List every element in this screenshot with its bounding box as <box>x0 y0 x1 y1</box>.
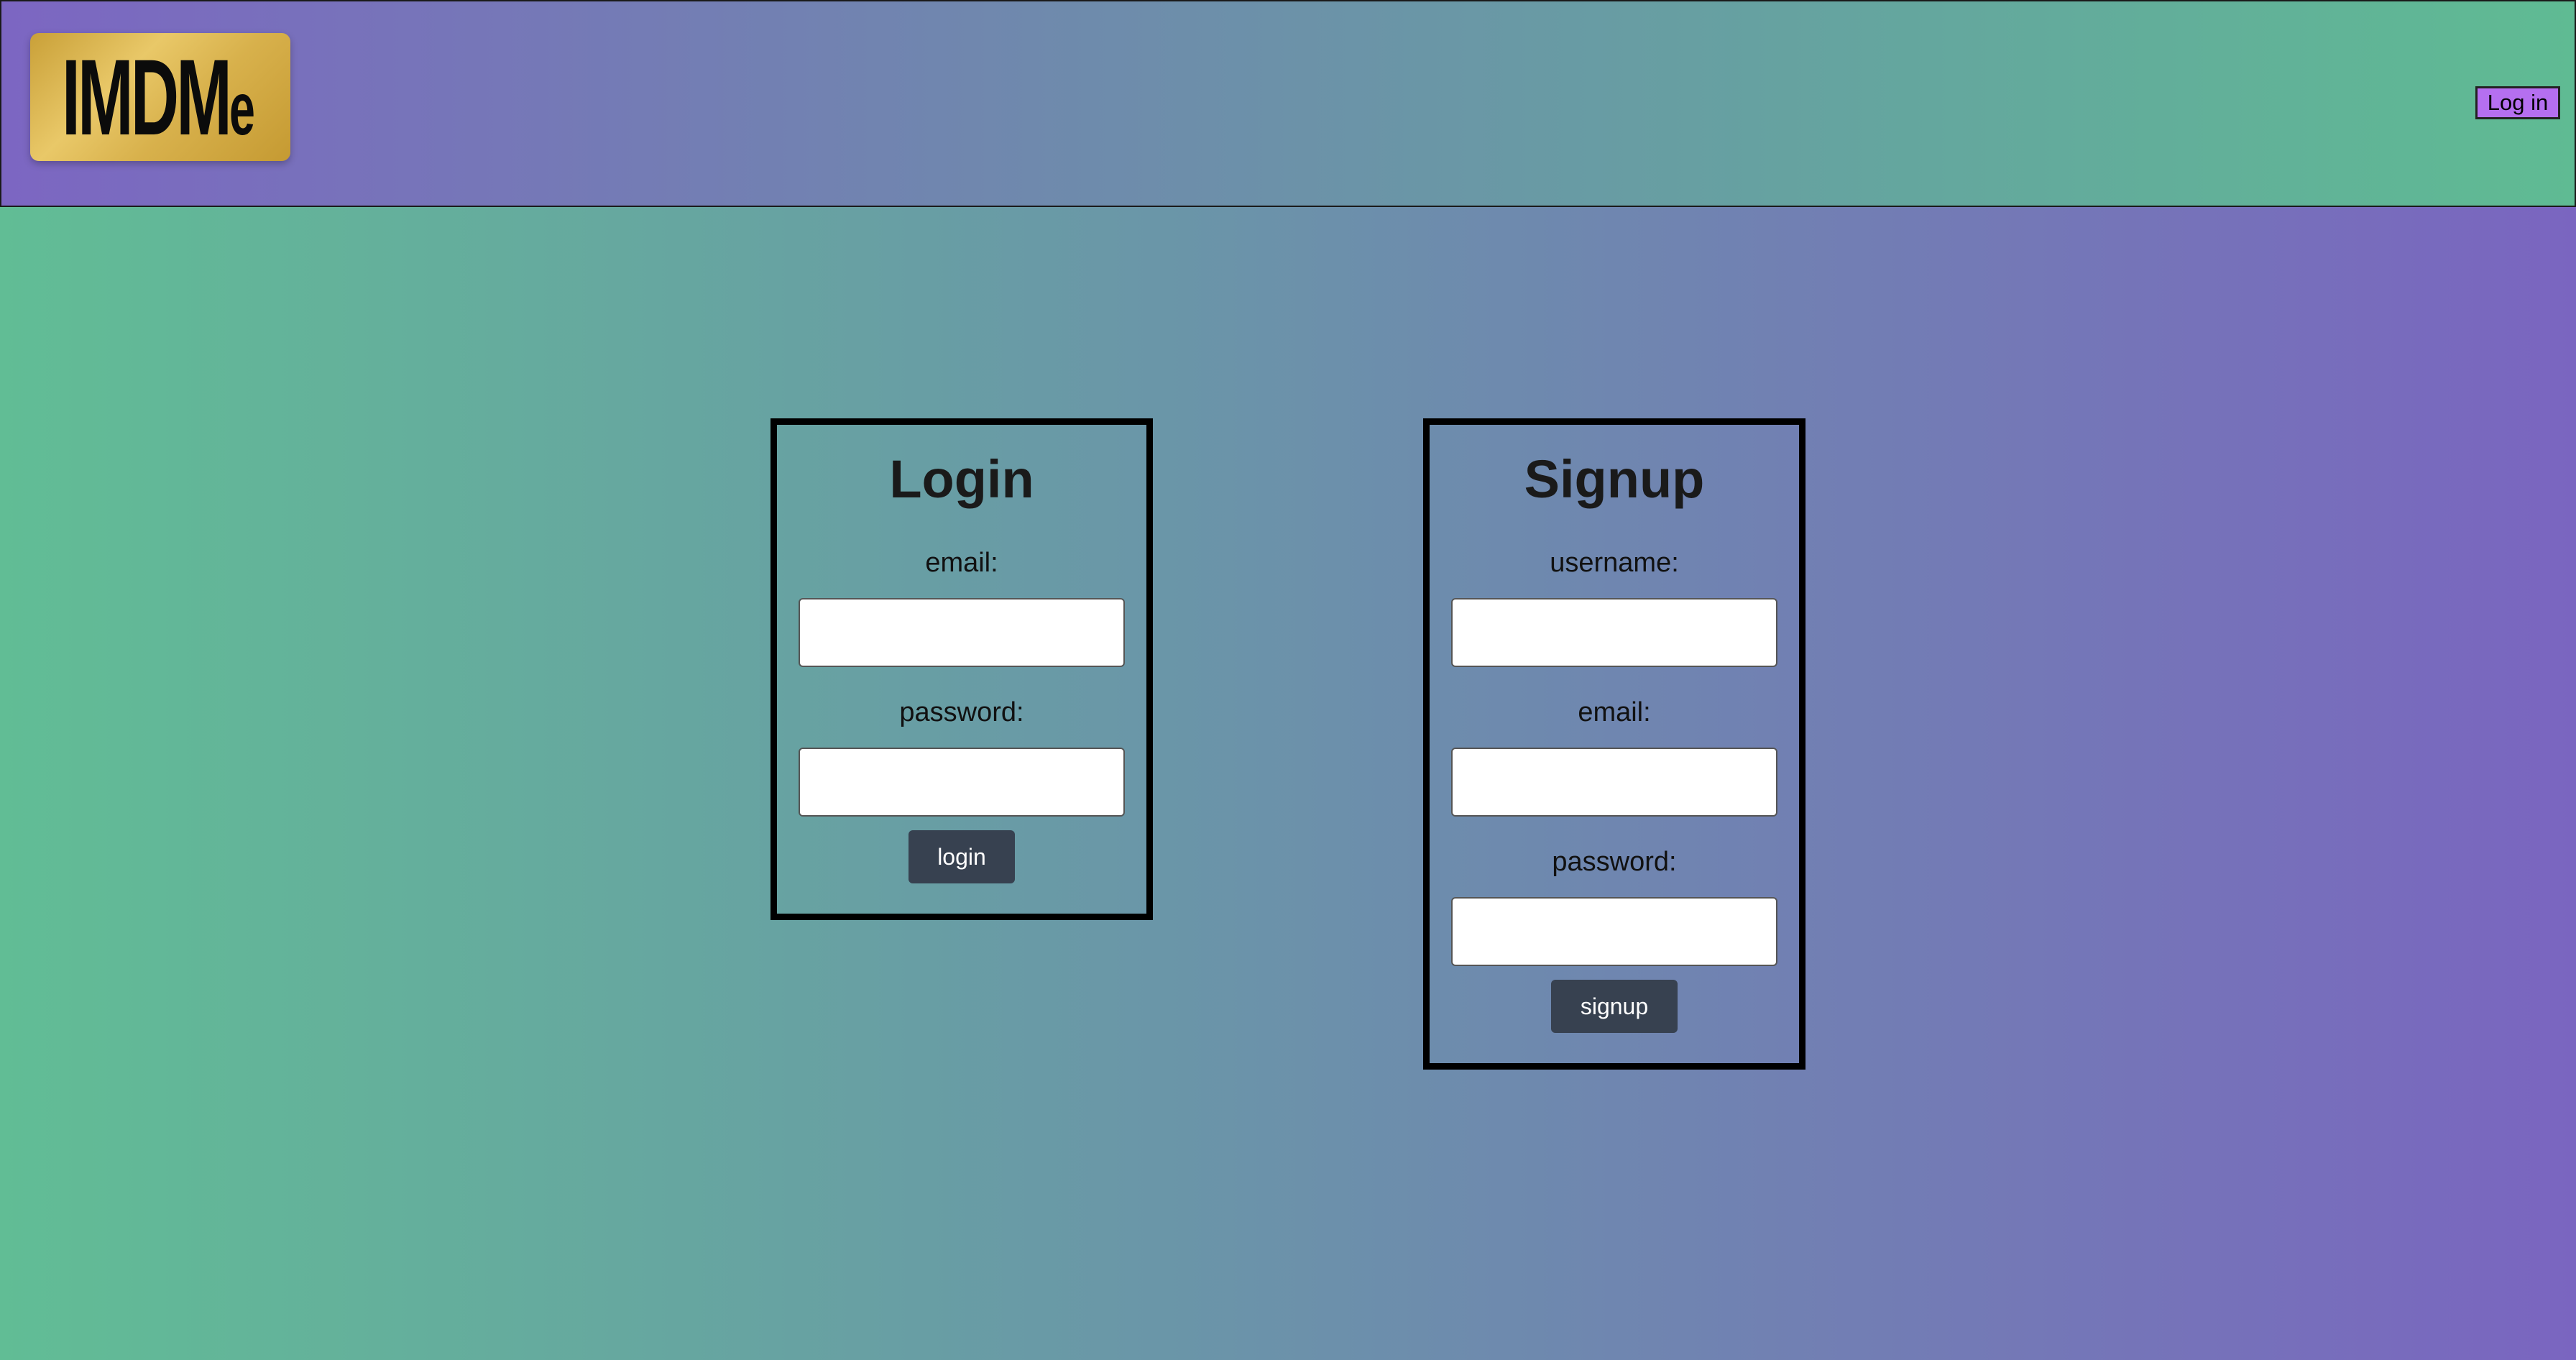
logo-text-main: IMDM <box>62 37 232 157</box>
login-email-input[interactable] <box>799 598 1125 667</box>
signup-password-input[interactable] <box>1451 897 1777 966</box>
logo-text: IMDMe <box>62 43 255 161</box>
signup-panel: Signup username: email: password: signup <box>1423 418 1806 1070</box>
imdme-logo[interactable]: IMDMe <box>30 33 290 161</box>
signup-email-input[interactable] <box>1451 748 1777 817</box>
logo-text-suffix: e <box>229 68 255 151</box>
signup-username-input[interactable] <box>1451 598 1777 667</box>
top-header: IMDMe Log in <box>0 0 2576 207</box>
login-title: Login <box>889 449 1034 509</box>
signup-title: Signup <box>1524 449 1705 509</box>
login-submit-button[interactable]: login <box>908 830 1015 883</box>
signup-password-label: password: <box>1552 847 1677 877</box>
login-email-label: email: <box>925 548 998 578</box>
signup-email-label: email: <box>1578 697 1651 727</box>
login-password-label: password: <box>899 697 1024 727</box>
login-password-input[interactable] <box>799 748 1125 817</box>
signup-username-label: username: <box>1550 548 1679 578</box>
signup-submit-button[interactable]: signup <box>1551 980 1678 1033</box>
header-login-button[interactable]: Log in <box>2475 86 2560 119</box>
login-panel: Login email: password: login <box>770 418 1153 920</box>
